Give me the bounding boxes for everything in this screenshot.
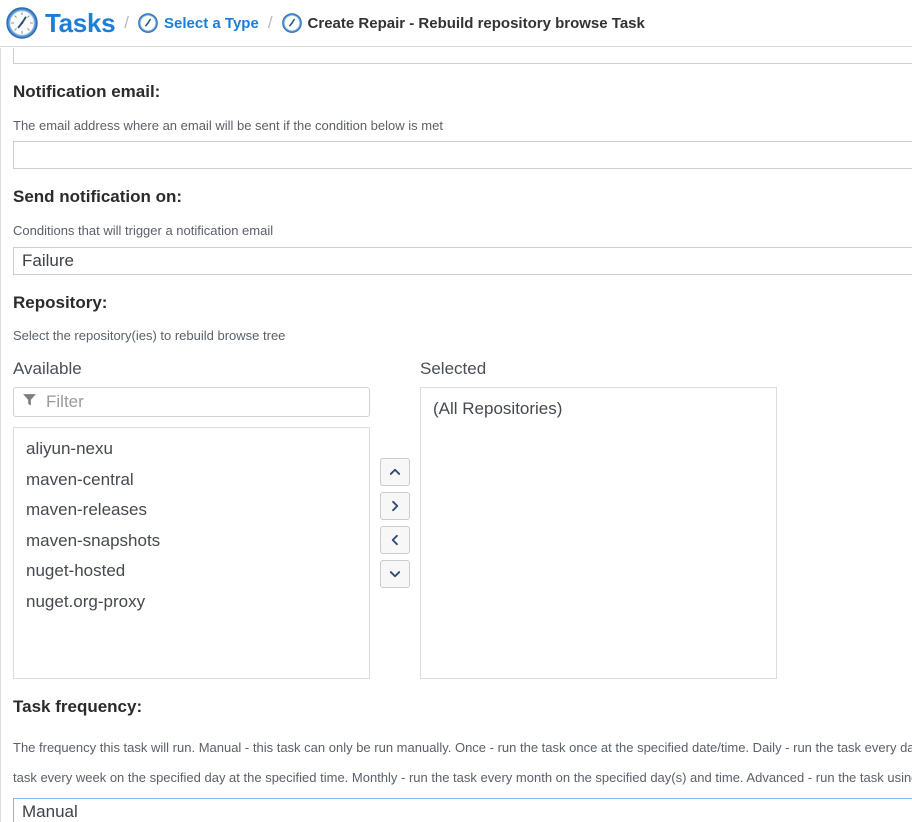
send-notification-on-select[interactable] — [13, 246, 912, 275]
breadcrumb-header: Tasks / Select a Type / Create Repair - … — [0, 0, 912, 47]
funnel-icon — [22, 392, 37, 412]
chevron-up-icon — [388, 465, 402, 479]
list-item[interactable]: maven-snapshots — [14, 526, 369, 557]
truncated-field-above-input[interactable] — [13, 48, 912, 64]
selected-listbox[interactable]: (All Repositories) — [420, 386, 777, 679]
list-item[interactable]: maven-central — [14, 465, 369, 496]
available-filter-input[interactable] — [44, 387, 369, 416]
move-up-button[interactable] — [380, 457, 410, 486]
chevron-down-icon — [388, 567, 402, 581]
clock-icon — [6, 7, 38, 39]
breadcrumb-separator-2: / — [267, 13, 273, 32]
breadcrumb-label-select-a-type: Select a Type — [164, 14, 259, 32]
task-form-panel: Notification email: The email address wh… — [0, 48, 912, 822]
clock-icon — [138, 13, 158, 33]
repository-help: Select the repository(ies) to rebuild br… — [13, 328, 286, 344]
task-frequency-help: The frequency this task will run. Manual… — [13, 739, 912, 786]
available-column: Available aliyun-nexu maven-central mave… — [13, 360, 370, 679]
move-right-button[interactable] — [380, 491, 410, 520]
list-item[interactable]: (All Repositories) — [421, 394, 776, 425]
list-item[interactable]: aliyun-nexu — [14, 434, 369, 465]
task-frequency-label: Task frequency: — [13, 696, 143, 716]
chevron-right-icon — [388, 499, 402, 513]
notification-email-help: The email address where an email will be… — [13, 117, 443, 133]
repository-label: Repository: — [13, 292, 108, 312]
breadcrumb-item-tasks[interactable]: Tasks — [6, 7, 116, 39]
repository-dual-list: Available aliyun-nexu maven-central mave… — [13, 360, 912, 679]
notification-email-group: Notification email: The email address wh… — [13, 80, 912, 170]
list-item[interactable]: nuget-hosted — [14, 556, 369, 587]
send-notification-on-help: Conditions that will trigger a notificat… — [13, 223, 274, 239]
selected-column: Selected (All Repositories) — [420, 360, 777, 679]
send-notification-on-group: Send notification on: Conditions that wi… — [13, 185, 912, 275]
transfer-button-group — [370, 360, 420, 588]
available-title: Available — [13, 358, 82, 378]
breadcrumb-label-tasks: Tasks — [45, 7, 116, 38]
repository-group: Repository: Select the repository(ies) t… — [13, 291, 912, 679]
chevron-left-icon — [388, 533, 402, 547]
selected-title: Selected — [420, 358, 487, 378]
breadcrumb-item-create-task: Create Repair - Rebuild repository brows… — [281, 13, 645, 33]
clock-icon — [281, 13, 302, 33]
move-down-button[interactable] — [380, 559, 410, 588]
list-item[interactable]: nuget.org-proxy — [14, 587, 369, 618]
task-frequency-select[interactable] — [13, 797, 912, 822]
send-notification-on-label: Send notification on: — [13, 187, 183, 207]
breadcrumb-item-select-a-type[interactable]: Select a Type — [138, 13, 259, 33]
available-listbox[interactable]: aliyun-nexu maven-central maven-releases… — [13, 426, 370, 679]
notification-email-label: Notification email: — [13, 82, 161, 101]
breadcrumb-label-create-task: Create Repair - Rebuild repository brows… — [307, 14, 645, 32]
task-frequency-group: Task frequency: The frequency this task … — [13, 695, 912, 822]
move-left-button[interactable] — [380, 525, 410, 554]
breadcrumb-separator-1: / — [124, 13, 130, 32]
list-item[interactable]: maven-releases — [14, 495, 369, 526]
notification-email-input[interactable] — [13, 141, 912, 170]
available-filter-box[interactable] — [13, 386, 370, 417]
